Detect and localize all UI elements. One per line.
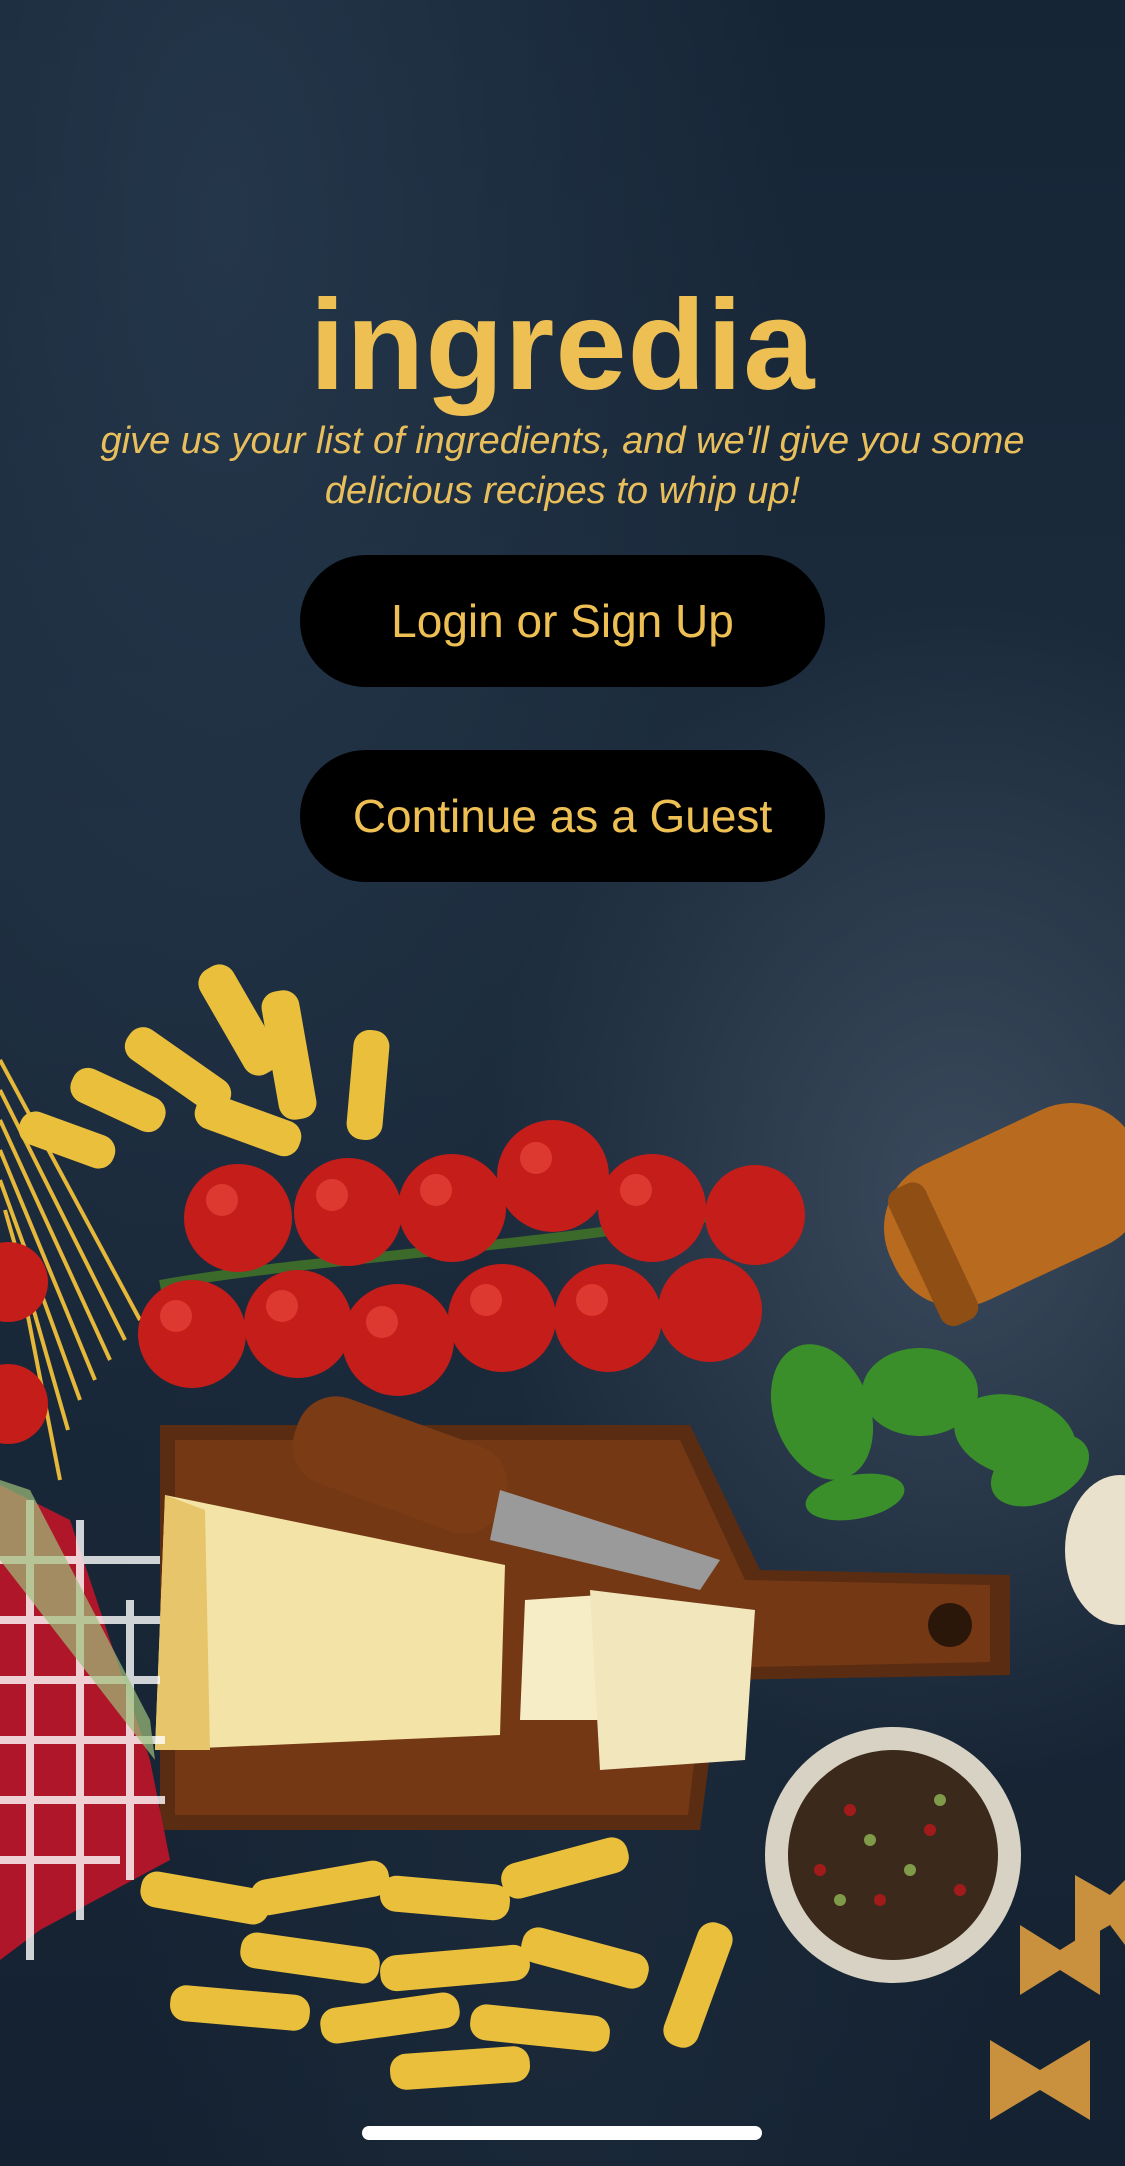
garlic-illustration bbox=[1065, 1475, 1125, 1625]
fusilli-bottom-illustration bbox=[140, 1837, 733, 2090]
welcome-screen: ingredia give us your list of ingredient… bbox=[0, 0, 1125, 2166]
app-title: ingredia bbox=[309, 273, 816, 417]
login-signup-button[interactable]: Login or Sign Up bbox=[300, 555, 825, 687]
basil-illustration bbox=[770, 1344, 1090, 1521]
pepper-mill-illustration bbox=[883, 1102, 1125, 1327]
continue-as-guest-button[interactable]: Continue as a Guest bbox=[300, 750, 825, 882]
peppercorn-bowl-illustration bbox=[765, 1727, 1021, 1983]
farfalle-illustration bbox=[990, 1875, 1125, 2120]
fusilli-top-illustration bbox=[18, 964, 390, 1169]
app-tagline: give us your list of ingredients, and we… bbox=[100, 420, 1025, 512]
home-indicator[interactable] bbox=[362, 2126, 762, 2140]
